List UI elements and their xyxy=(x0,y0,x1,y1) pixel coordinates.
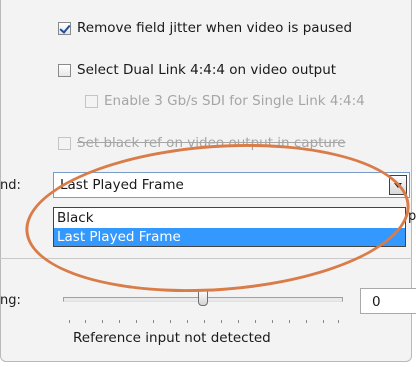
black-ref-label: Set black ref on video output in capture xyxy=(77,135,346,151)
background-select-value: Last Played Frame xyxy=(60,177,184,193)
black-ref-checkbox xyxy=(58,136,71,150)
dropdown-option-last-played-frame[interactable]: Last Played Frame xyxy=(54,228,405,246)
dual-link-option[interactable]: Select Dual Link 4:4:4 on video output xyxy=(58,62,336,78)
timing-slider-thumb[interactable] xyxy=(198,289,208,306)
remove-jitter-option[interactable]: Remove field jitter when video is paused xyxy=(58,20,352,36)
remove-jitter-checkbox[interactable] xyxy=(58,21,71,35)
remove-jitter-label: Remove field jitter when video is paused xyxy=(77,20,353,36)
timing-label: ng: xyxy=(0,293,21,308)
enable-3g-option: Enable 3 Gb/s SDI for Single Link 4:4:4 xyxy=(85,93,365,109)
chevron-down-icon xyxy=(394,183,402,188)
dual-link-checkbox[interactable] xyxy=(58,63,71,77)
clipped-label: p xyxy=(408,209,416,224)
enable-3g-checkbox xyxy=(85,94,98,108)
dropdown-option-black[interactable]: Black xyxy=(54,209,405,227)
black-ref-option: Set black ref on video output in capture xyxy=(58,135,346,151)
background-label: nd: xyxy=(0,178,21,193)
background-dropdown-list: Black Last Played Frame xyxy=(53,207,406,247)
section-divider xyxy=(0,258,412,259)
timing-value-field[interactable]: 0 xyxy=(360,288,416,314)
enable-3g-label: Enable 3 Gb/s SDI for Single Link 4:4:4 xyxy=(104,93,365,109)
reference-status: Reference input not detected xyxy=(73,330,271,346)
dropdown-button[interactable] xyxy=(389,175,407,195)
timing-value: 0 xyxy=(372,294,381,310)
dual-link-label: Select Dual Link 4:4:4 on video output xyxy=(77,62,337,78)
background-select[interactable]: Last Played Frame xyxy=(53,172,410,198)
slider-ticks xyxy=(69,320,339,324)
